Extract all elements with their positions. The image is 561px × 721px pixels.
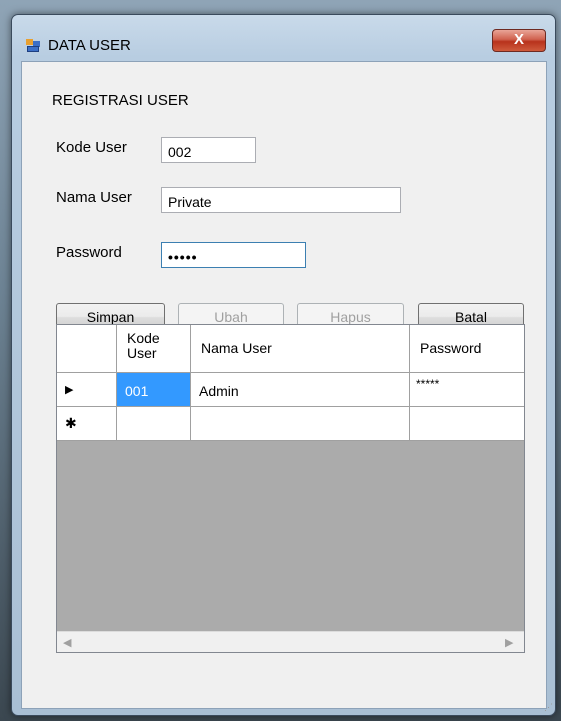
column-header-nama-user[interactable]: Nama User <box>191 325 410 373</box>
row-selector-new[interactable]: ✱ <box>57 407 117 441</box>
new-cell-nama-user[interactable] <box>191 407 410 441</box>
app-icon <box>26 39 40 53</box>
password-label: Password <box>56 244 122 261</box>
column-header-password[interactable]: Password <box>410 325 524 373</box>
row-selector-current[interactable]: ▶ <box>57 373 117 407</box>
close-button[interactable]: X <box>492 29 546 52</box>
cell-password[interactable]: ***** <box>410 373 524 407</box>
title-bar[interactable]: DATA USER X <box>12 15 555 61</box>
password-input[interactable]: ••••• <box>161 242 306 268</box>
grid-corner-header <box>57 325 117 373</box>
new-cell-kode-user[interactable] <box>117 407 191 441</box>
cell-nama-user[interactable]: Admin <box>191 373 410 407</box>
resize-grip-icon[interactable]: ⋰ <box>544 702 553 713</box>
horizontal-scrollbar[interactable]: ◀ ▶ <box>57 631 524 652</box>
scroll-left-icon[interactable]: ◀ <box>63 636 71 649</box>
window-title: DATA USER <box>48 37 131 54</box>
nama-user-input[interactable]: Private <box>161 187 401 213</box>
kode-user-input[interactable]: 002 <box>161 137 256 163</box>
column-header-kode-user[interactable]: Kode User <box>117 325 191 373</box>
scroll-right-icon[interactable]: ▶ <box>505 636 513 649</box>
user-data-grid[interactable]: Kode User Nama User Password ▶ 001 Admin… <box>56 324 525 653</box>
data-user-window: DATA USER X REGISTRASI USER Kode User 00… <box>11 14 556 716</box>
new-cell-password[interactable] <box>410 407 524 441</box>
nama-user-label: Nama User <box>56 189 132 206</box>
form-heading: REGISTRASI USER <box>52 92 189 109</box>
cell-kode-user[interactable]: 001 <box>117 373 191 407</box>
kode-user-label: Kode User <box>56 139 127 156</box>
